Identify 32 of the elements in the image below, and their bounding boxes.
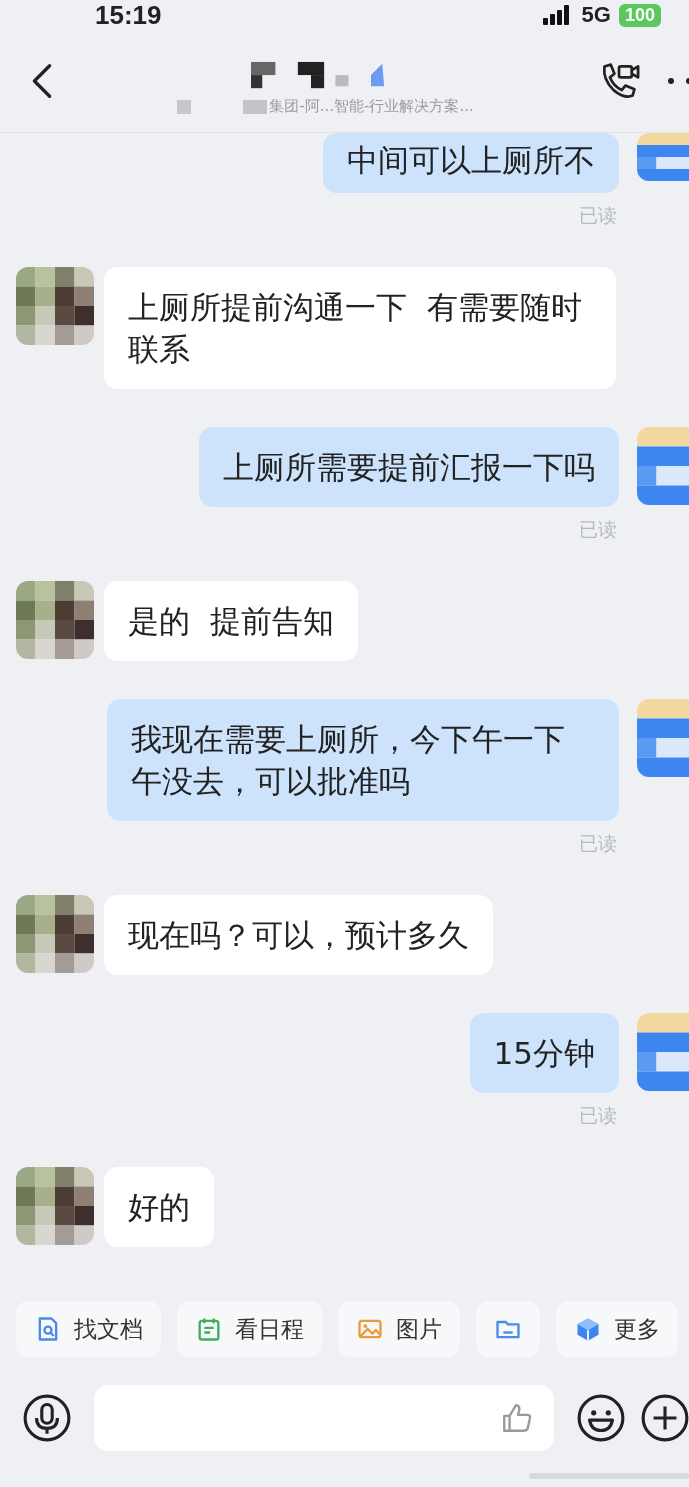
emoji-icon[interactable] [576,1393,626,1443]
message-bubble: 我现在需要上厕所，今下午一下午没去，可以批准吗 [107,699,619,821]
back-icon[interactable] [30,62,54,100]
quick-action-chip[interactable]: 找文档 [16,1301,161,1357]
message-bubble: 现在吗？可以，预计多久 [104,895,493,975]
avatar[interactable] [16,895,94,973]
battery-level: 100 [618,3,661,27]
thumbs-up-icon[interactable] [500,1401,534,1435]
avatar[interactable] [16,581,94,659]
read-status: 已读 [578,203,618,228]
quick-action-chip[interactable] [476,1301,540,1357]
read-status: 已读 [578,831,618,856]
message-bubble: 好的 [104,1167,214,1247]
message-bubble: 上厕所提前沟通一下 有需要随时联系 [104,267,616,389]
avatar[interactable] [16,1167,94,1245]
read-status: 已读 [578,517,618,542]
read-status: 已读 [578,1103,618,1128]
add-icon[interactable] [640,1393,689,1443]
quick-action-chip[interactable]: 图片 [338,1301,460,1357]
message-input-field[interactable] [94,1385,554,1451]
message-bubble: 15分钟 [469,1013,619,1093]
message-bubble: 是的 提前告知 [104,581,358,661]
microphone-icon[interactable] [22,1393,72,1443]
network-label: 5G [581,2,611,28]
avatar[interactable] [16,267,94,345]
message-bubble: 中间可以上厕所不 [323,133,619,193]
more-icon[interactable] [665,75,689,87]
status-time: 15:19 [95,0,162,31]
chat-subtitle: 集团-阿...智能-行业解决方案... [269,96,474,116]
message-bubble: 上厕所需要提前汇报一下吗 [199,427,619,507]
quick-action-chip[interactable]: 看日程 [177,1301,322,1357]
quick-action-chip[interactable]: 更多 [556,1301,678,1357]
